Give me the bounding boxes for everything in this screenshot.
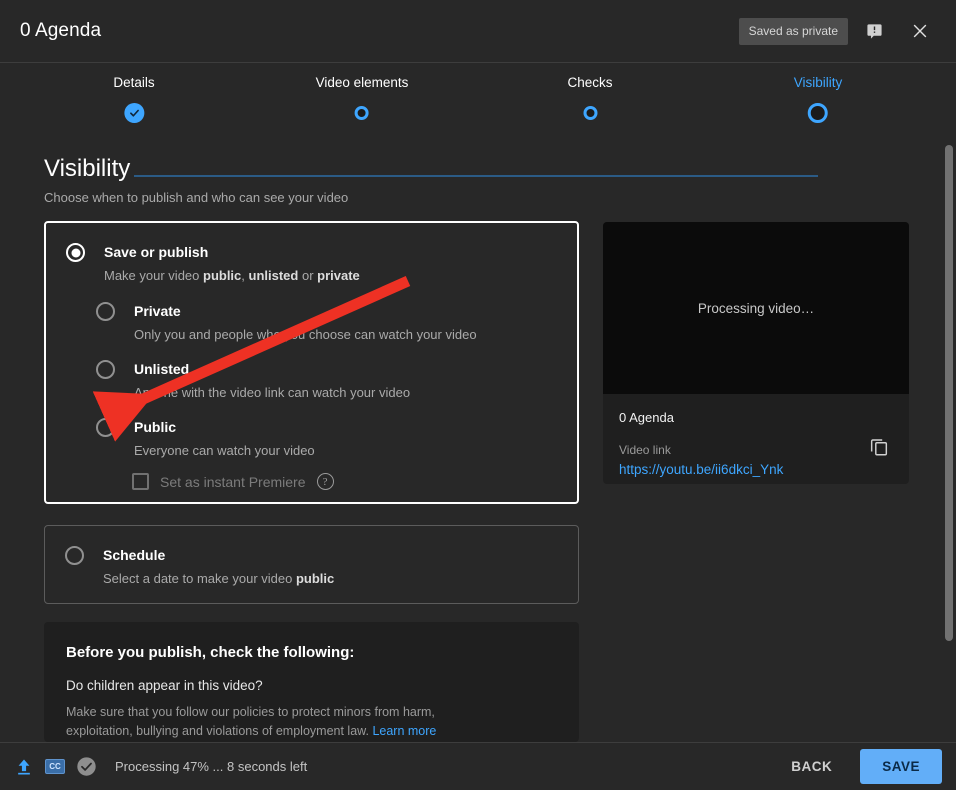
radio-private[interactable]: Private Only you and people who you choo… [96,302,477,342]
radio-schedule[interactable]: Schedule Select a date to make your vide… [65,546,334,586]
step-dot-visibility [807,103,828,123]
help-icon[interactable]: ? [316,473,334,490]
radio-schedule-desc: Select a date to make your video public [103,571,334,586]
radio-public-desc: Everyone can watch your video [134,443,315,458]
page-title: 0 Agenda [20,20,102,41]
check-circle-icon [77,757,96,776]
schedule-card[interactable]: Schedule Select a date to make your vide… [44,525,579,604]
youtube-studio-upload-dialog: 0 Agenda Saved as private Details Video … [0,0,956,790]
instant-premiere-checkbox[interactable] [132,473,149,490]
radio-save-or-publish-desc: Make your video public, unlisted or priv… [104,268,360,283]
radio-private-desc: Only you and people who you choose can w… [134,327,477,342]
back-button[interactable]: BACK [777,750,846,783]
schedule-desc-prefix: Select a date to make your video [103,571,296,586]
radio-unlisted[interactable]: Unlisted Anyone with the video link can … [96,360,410,400]
step-dot-checks [582,106,597,120]
upload-icon [18,759,30,774]
notice-body: Make sure that you follow our policies t… [66,703,466,742]
close-icon [913,24,927,38]
footer-buttons: BACK SAVE [777,749,942,784]
copy-icon [870,439,888,456]
step-video-elements[interactable]: Video elements [315,75,409,124]
radio-schedule-input[interactable] [65,546,84,565]
video-link-url[interactable]: https://youtu.be/ii6dkci_Ynk [619,462,909,477]
desc-public: public [203,268,242,283]
step-label-checks: Checks [567,75,613,90]
check-icon [129,109,139,117]
radio-save-or-publish-input[interactable] [66,243,85,262]
radio-schedule-label: Schedule [103,547,166,563]
radio-public-input[interactable] [96,418,115,437]
desc-sep2: or [298,268,318,283]
upload-status-icons: CC [14,756,97,777]
scrollbar-thumb[interactable] [945,145,953,641]
radio-private-label: Private [134,303,181,319]
notice-title: Before you publish, check the following: [66,644,355,661]
video-thumbnail: Processing video… [603,222,909,394]
processing-status: Processing 47% ... 8 seconds left [115,759,308,774]
save-button[interactable]: SAVE [860,749,942,784]
step-label-video-elements: Video elements [315,75,409,90]
upload-stepper: Details Video elements Checks Visibility [0,63,956,177]
step-details[interactable]: Details [113,75,155,124]
step-label-details: Details [113,75,155,90]
copy-link-button[interactable] [863,430,895,462]
processing-status-text: Processing video… [697,300,815,316]
instant-premiere-label: Set as instant Premiere [160,473,306,490]
status-badge: Saved as private [738,17,848,45]
learn-more-link[interactable]: Learn more [372,724,436,738]
radio-unlisted-label: Unlisted [134,361,190,377]
step-visibility[interactable]: Visibility [793,75,843,124]
step-dot-video-elements [355,106,369,120]
section-title: Visibility [44,155,131,182]
radio-save-or-publish-label: Save or publish [104,244,209,260]
desc-unlisted: unlisted [248,268,299,283]
radio-save-or-publish[interactable]: Save or publish Make your video public, … [66,243,360,283]
radio-public[interactable]: Public Everyone can watch your video [96,418,315,458]
desc-private: private [317,268,360,283]
instant-premiere-row[interactable]: Set as instant Premiere ? [132,473,334,490]
video-preview-panel: Processing video… 0 Agenda Video link ht… [603,222,909,484]
dialog-header: 0 Agenda Saved as private [0,0,956,63]
video-title: 0 Agenda [619,410,674,425]
before-you-publish-card: Before you publish, check the following:… [44,622,579,742]
step-label-visibility: Visibility [793,75,843,90]
step-dot-details [123,103,144,123]
cc-icon-text: CC [49,762,61,771]
desc-sep1: , [241,268,249,283]
desc-prefix: Make your video [104,268,203,283]
step-checks[interactable]: Checks [567,75,613,124]
radio-public-label: Public [134,419,177,435]
close-button[interactable] [900,11,940,51]
radio-unlisted-desc: Anyone with the video link can watch you… [134,385,411,400]
scrollbar-track[interactable] [942,138,954,742]
radio-private-input[interactable] [96,302,115,321]
schedule-desc-bold: public [295,571,335,586]
section-subtitle: Choose when to publish and who can see y… [44,190,349,205]
feedback-icon [866,23,882,39]
dialog-footer: CC Processing 47% ... 8 seconds left BAC… [0,742,956,790]
save-or-publish-card[interactable]: Save or publish Make your video public, … [44,221,579,504]
visibility-content: Visibility Choose when to publish and wh… [0,135,956,742]
feedback-button[interactable] [854,11,894,51]
cc-icon: CC [45,759,65,774]
header-actions: Saved as private [738,11,940,51]
notice-question: Do children appear in this video? [66,678,263,693]
radio-unlisted-input[interactable] [96,360,115,379]
